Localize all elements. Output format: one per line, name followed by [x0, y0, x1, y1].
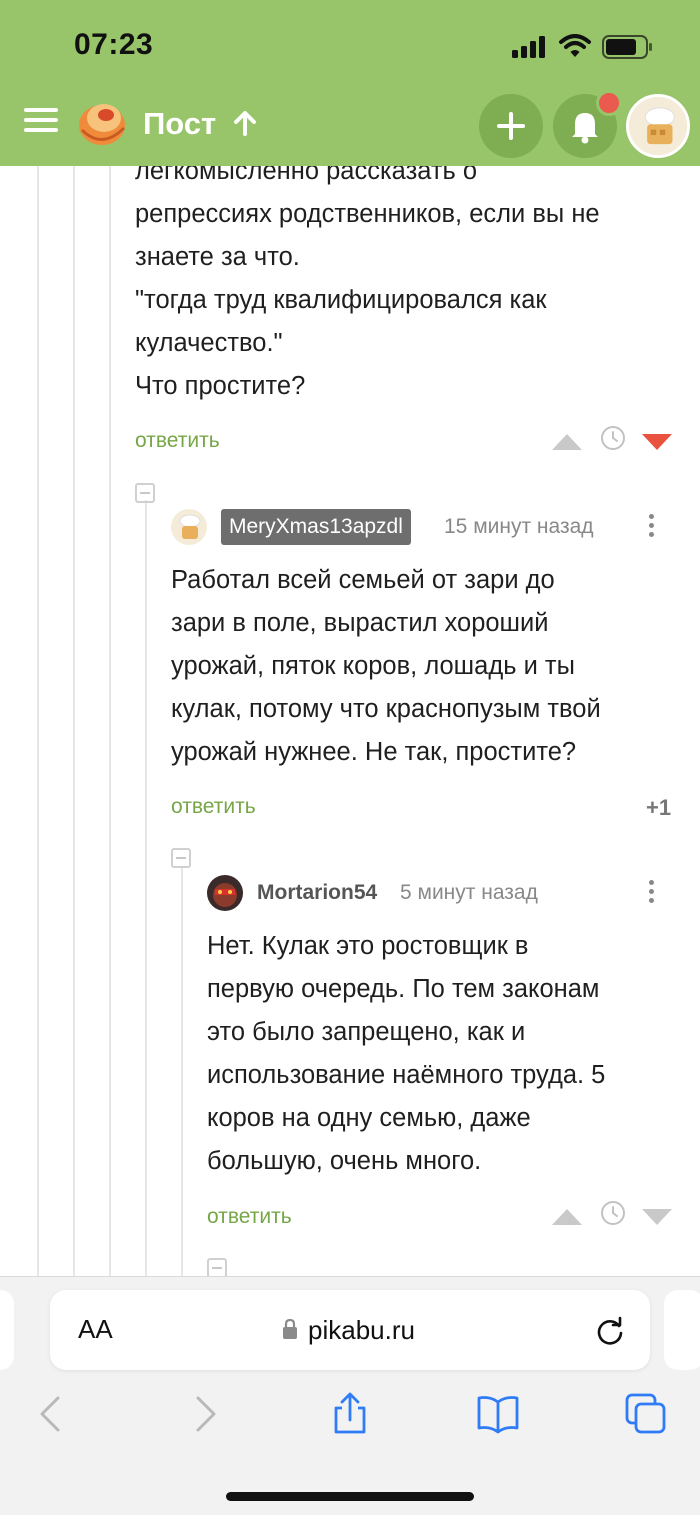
tabs-icon[interactable] [624, 1392, 668, 1436]
bookmarks-icon[interactable] [476, 1392, 520, 1436]
avatar-image [629, 97, 687, 155]
pikabu-logo[interactable] [78, 98, 128, 148]
collapse-thread-button[interactable] [135, 483, 155, 503]
page-title: Пост [143, 106, 217, 141]
upvote-icon[interactable] [550, 1207, 584, 1227]
cellular-signal-icon [512, 36, 545, 58]
wifi-icon [559, 34, 591, 57]
comment-text: легкомысленно рассказать о репрессиях ро… [135, 157, 600, 400]
address-bar[interactable]: AA pikabu.ru [50, 1290, 650, 1370]
previous-tab-preview[interactable] [0, 1290, 14, 1370]
notification-badge [596, 90, 622, 116]
url-text: pikabu.ru [308, 1315, 415, 1345]
forward-icon[interactable] [182, 1392, 226, 1436]
comment-text: Нет. Кулак это ростовщик в первую очеред… [207, 932, 606, 1175]
status-time: 07:23 [74, 28, 154, 61]
arrow-up-icon[interactable] [233, 110, 257, 136]
comment-time[interactable]: 15 минут назад [444, 515, 594, 539]
user-avatar[interactable] [626, 94, 690, 158]
avatar-image [207, 875, 243, 911]
avatar-image [171, 509, 207, 545]
comment-text: Работал всей семьей от зари до зари в по… [171, 566, 601, 766]
home-indicator [226, 1492, 474, 1501]
battery-icon [602, 35, 652, 59]
reload-icon[interactable] [594, 1314, 626, 1346]
comment-author[interactable]: Mortarion54 [257, 881, 377, 905]
add-post-button[interactable] [479, 94, 543, 158]
top-bar: 07:23 Пост [0, 0, 700, 166]
reply-link[interactable]: ответить [135, 429, 220, 453]
comment-rating: +1 [646, 795, 672, 820]
next-tab-preview[interactable] [664, 1290, 700, 1370]
thread-line [37, 166, 39, 1276]
collapse-thread-button[interactable] [171, 848, 191, 868]
more-icon[interactable] [641, 511, 661, 547]
collapse-thread-button[interactable] [207, 1258, 227, 1278]
clock-icon[interactable] [600, 425, 626, 451]
menu-icon [24, 108, 58, 112]
upvote-icon[interactable] [550, 432, 584, 452]
thread-line [181, 866, 183, 1276]
downvote-icon[interactable] [640, 1207, 674, 1227]
thread-line [73, 166, 75, 1276]
plus-icon [497, 112, 525, 140]
thread-line [145, 500, 147, 1276]
reply-link[interactable]: ответить [171, 795, 256, 819]
comment-time[interactable]: 5 минут назад [400, 881, 538, 905]
share-icon[interactable] [328, 1392, 372, 1436]
lock-icon [283, 1318, 297, 1339]
comment-avatar[interactable] [171, 509, 207, 545]
reply-link[interactable]: ответить [207, 1205, 292, 1229]
menu-button[interactable] [24, 108, 58, 138]
back-icon[interactable] [30, 1392, 74, 1436]
downvote-icon[interactable] [640, 432, 674, 452]
thread-line [109, 166, 111, 1276]
more-icon[interactable] [641, 877, 661, 913]
comment-author[interactable]: MeryXmas13apzdl [221, 509, 411, 545]
comment-avatar[interactable] [207, 875, 243, 911]
clock-icon[interactable] [600, 1200, 626, 1226]
page-settings-button[interactable]: AA [78, 1314, 113, 1345]
